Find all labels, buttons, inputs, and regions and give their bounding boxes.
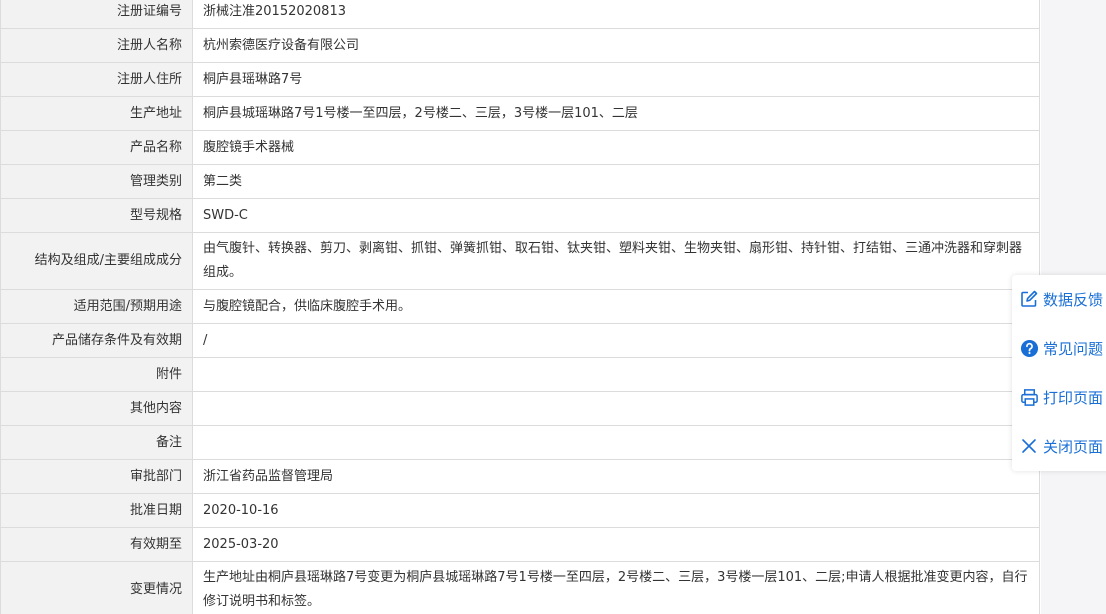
field-label: 变更情况 bbox=[0, 561, 193, 614]
field-value: 杭州索德医疗设备有限公司 bbox=[192, 28, 1040, 63]
field-label: 注册人名称 bbox=[0, 28, 193, 63]
table-row-registrant-name: 注册人名称 杭州索德医疗设备有限公司 bbox=[0, 28, 1040, 63]
table-row-storage-validity: 产品储存条件及有效期 / bbox=[0, 323, 1040, 358]
field-label: 批准日期 bbox=[0, 493, 193, 528]
question-circle-icon bbox=[1019, 338, 1039, 358]
field-label: 生产地址 bbox=[0, 96, 193, 131]
field-value bbox=[192, 425, 1040, 460]
table-row-registration-number: 注册证编号 浙械注准20152020813 bbox=[0, 0, 1040, 29]
field-value: 2025-03-20 bbox=[192, 527, 1040, 562]
field-value bbox=[192, 357, 1040, 392]
field-value: SWD-C bbox=[192, 198, 1040, 233]
table-row-intended-use: 适用范围/预期用途 与腹腔镜配合，供临床腹腔手术用。 bbox=[0, 289, 1040, 324]
close-icon bbox=[1019, 436, 1039, 456]
table-row-structure-composition: 结构及组成/主要组成成分 由气腹针、转换器、剪刀、剥离钳、抓钳、弹簧抓钳、取石钳… bbox=[0, 232, 1040, 290]
field-value: 腹腔镜手术器械 bbox=[192, 130, 1040, 165]
field-value: 与腹腔镜配合，供临床腹腔手术用。 bbox=[192, 289, 1040, 324]
table-row-change-history: 变更情况 生产地址由桐庐县瑶琳路7号变更为桐庐县城瑶琳路7号1号楼一至四层，2号… bbox=[0, 561, 1040, 614]
field-value: 桐庐县瑶琳路7号 bbox=[192, 62, 1040, 97]
table-row-other-content: 其他内容 bbox=[0, 391, 1040, 426]
field-label: 其他内容 bbox=[0, 391, 193, 426]
table-row-attachments: 附件 bbox=[0, 357, 1040, 392]
field-label: 有效期至 bbox=[0, 527, 193, 562]
field-value: 桐庐县城瑶琳路7号1号楼一至四层，2号楼二、三层，3号楼一层101、二层 bbox=[192, 96, 1040, 131]
edit-icon bbox=[1019, 289, 1039, 309]
field-label: 管理类别 bbox=[0, 164, 193, 199]
close-page-button[interactable]: 关闭页面 bbox=[1012, 426, 1106, 466]
table-row-valid-until: 有效期至 2025-03-20 bbox=[0, 527, 1040, 562]
table-row-product-name: 产品名称 腹腔镜手术器械 bbox=[0, 130, 1040, 165]
field-label: 结构及组成/主要组成成分 bbox=[0, 232, 193, 290]
field-label: 附件 bbox=[0, 357, 193, 392]
field-value: / bbox=[192, 323, 1040, 358]
field-value: 浙械注准20152020813 bbox=[192, 0, 1040, 29]
data-feedback-button[interactable]: 数据反馈 bbox=[1012, 279, 1106, 319]
field-value: 第二类 bbox=[192, 164, 1040, 199]
print-page-button[interactable]: 打印页面 bbox=[1012, 377, 1106, 417]
data-feedback-label: 数据反馈 bbox=[1043, 290, 1104, 309]
floating-toolbar: 数据反馈 常见问题 打印页面 关闭页面 bbox=[1012, 275, 1106, 471]
page: 注册证编号 浙械注准20152020813 注册人名称 杭州索德医疗设备有限公司… bbox=[0, 0, 1106, 614]
table-row-model-spec: 型号规格 SWD-C bbox=[0, 198, 1040, 233]
printer-icon bbox=[1019, 387, 1039, 407]
field-value: 由气腹针、转换器、剪刀、剥离钳、抓钳、弹簧抓钳、取石钳、钛夹钳、塑料夹钳、生物夹… bbox=[192, 232, 1040, 290]
field-value: 2020-10-16 bbox=[192, 493, 1040, 528]
field-value: 生产地址由桐庐县瑶琳路7号变更为桐庐县城瑶琳路7号1号楼一至四层，2号楼二、三层… bbox=[192, 561, 1040, 614]
field-label: 注册人住所 bbox=[0, 62, 193, 97]
table-row-management-class: 管理类别 第二类 bbox=[0, 164, 1040, 199]
table-row-approval-department: 审批部门 浙江省药品监督管理局 bbox=[0, 459, 1040, 494]
registration-detail-table: 注册证编号 浙械注准20152020813 注册人名称 杭州索德医疗设备有限公司… bbox=[0, 0, 1040, 614]
field-value: 浙江省药品监督管理局 bbox=[192, 459, 1040, 494]
field-label: 产品储存条件及有效期 bbox=[0, 323, 193, 358]
field-label: 审批部门 bbox=[0, 459, 193, 494]
table-row-production-address: 生产地址 桐庐县城瑶琳路7号1号楼一至四层，2号楼二、三层，3号楼一层101、二… bbox=[0, 96, 1040, 131]
field-label: 备注 bbox=[0, 425, 193, 460]
field-label: 注册证编号 bbox=[0, 0, 193, 29]
table-row-registrant-address: 注册人住所 桐庐县瑶琳路7号 bbox=[0, 62, 1040, 97]
table-row-remarks: 备注 bbox=[0, 425, 1040, 460]
table-row-approval-date: 批准日期 2020-10-16 bbox=[0, 493, 1040, 528]
close-page-label: 关闭页面 bbox=[1043, 437, 1104, 456]
field-label: 型号规格 bbox=[0, 198, 193, 233]
field-value bbox=[192, 391, 1040, 426]
field-label: 适用范围/预期用途 bbox=[0, 289, 193, 324]
field-label: 产品名称 bbox=[0, 130, 193, 165]
faq-button[interactable]: 常见问题 bbox=[1012, 328, 1106, 368]
faq-label: 常见问题 bbox=[1043, 339, 1104, 358]
print-page-label: 打印页面 bbox=[1043, 388, 1104, 407]
